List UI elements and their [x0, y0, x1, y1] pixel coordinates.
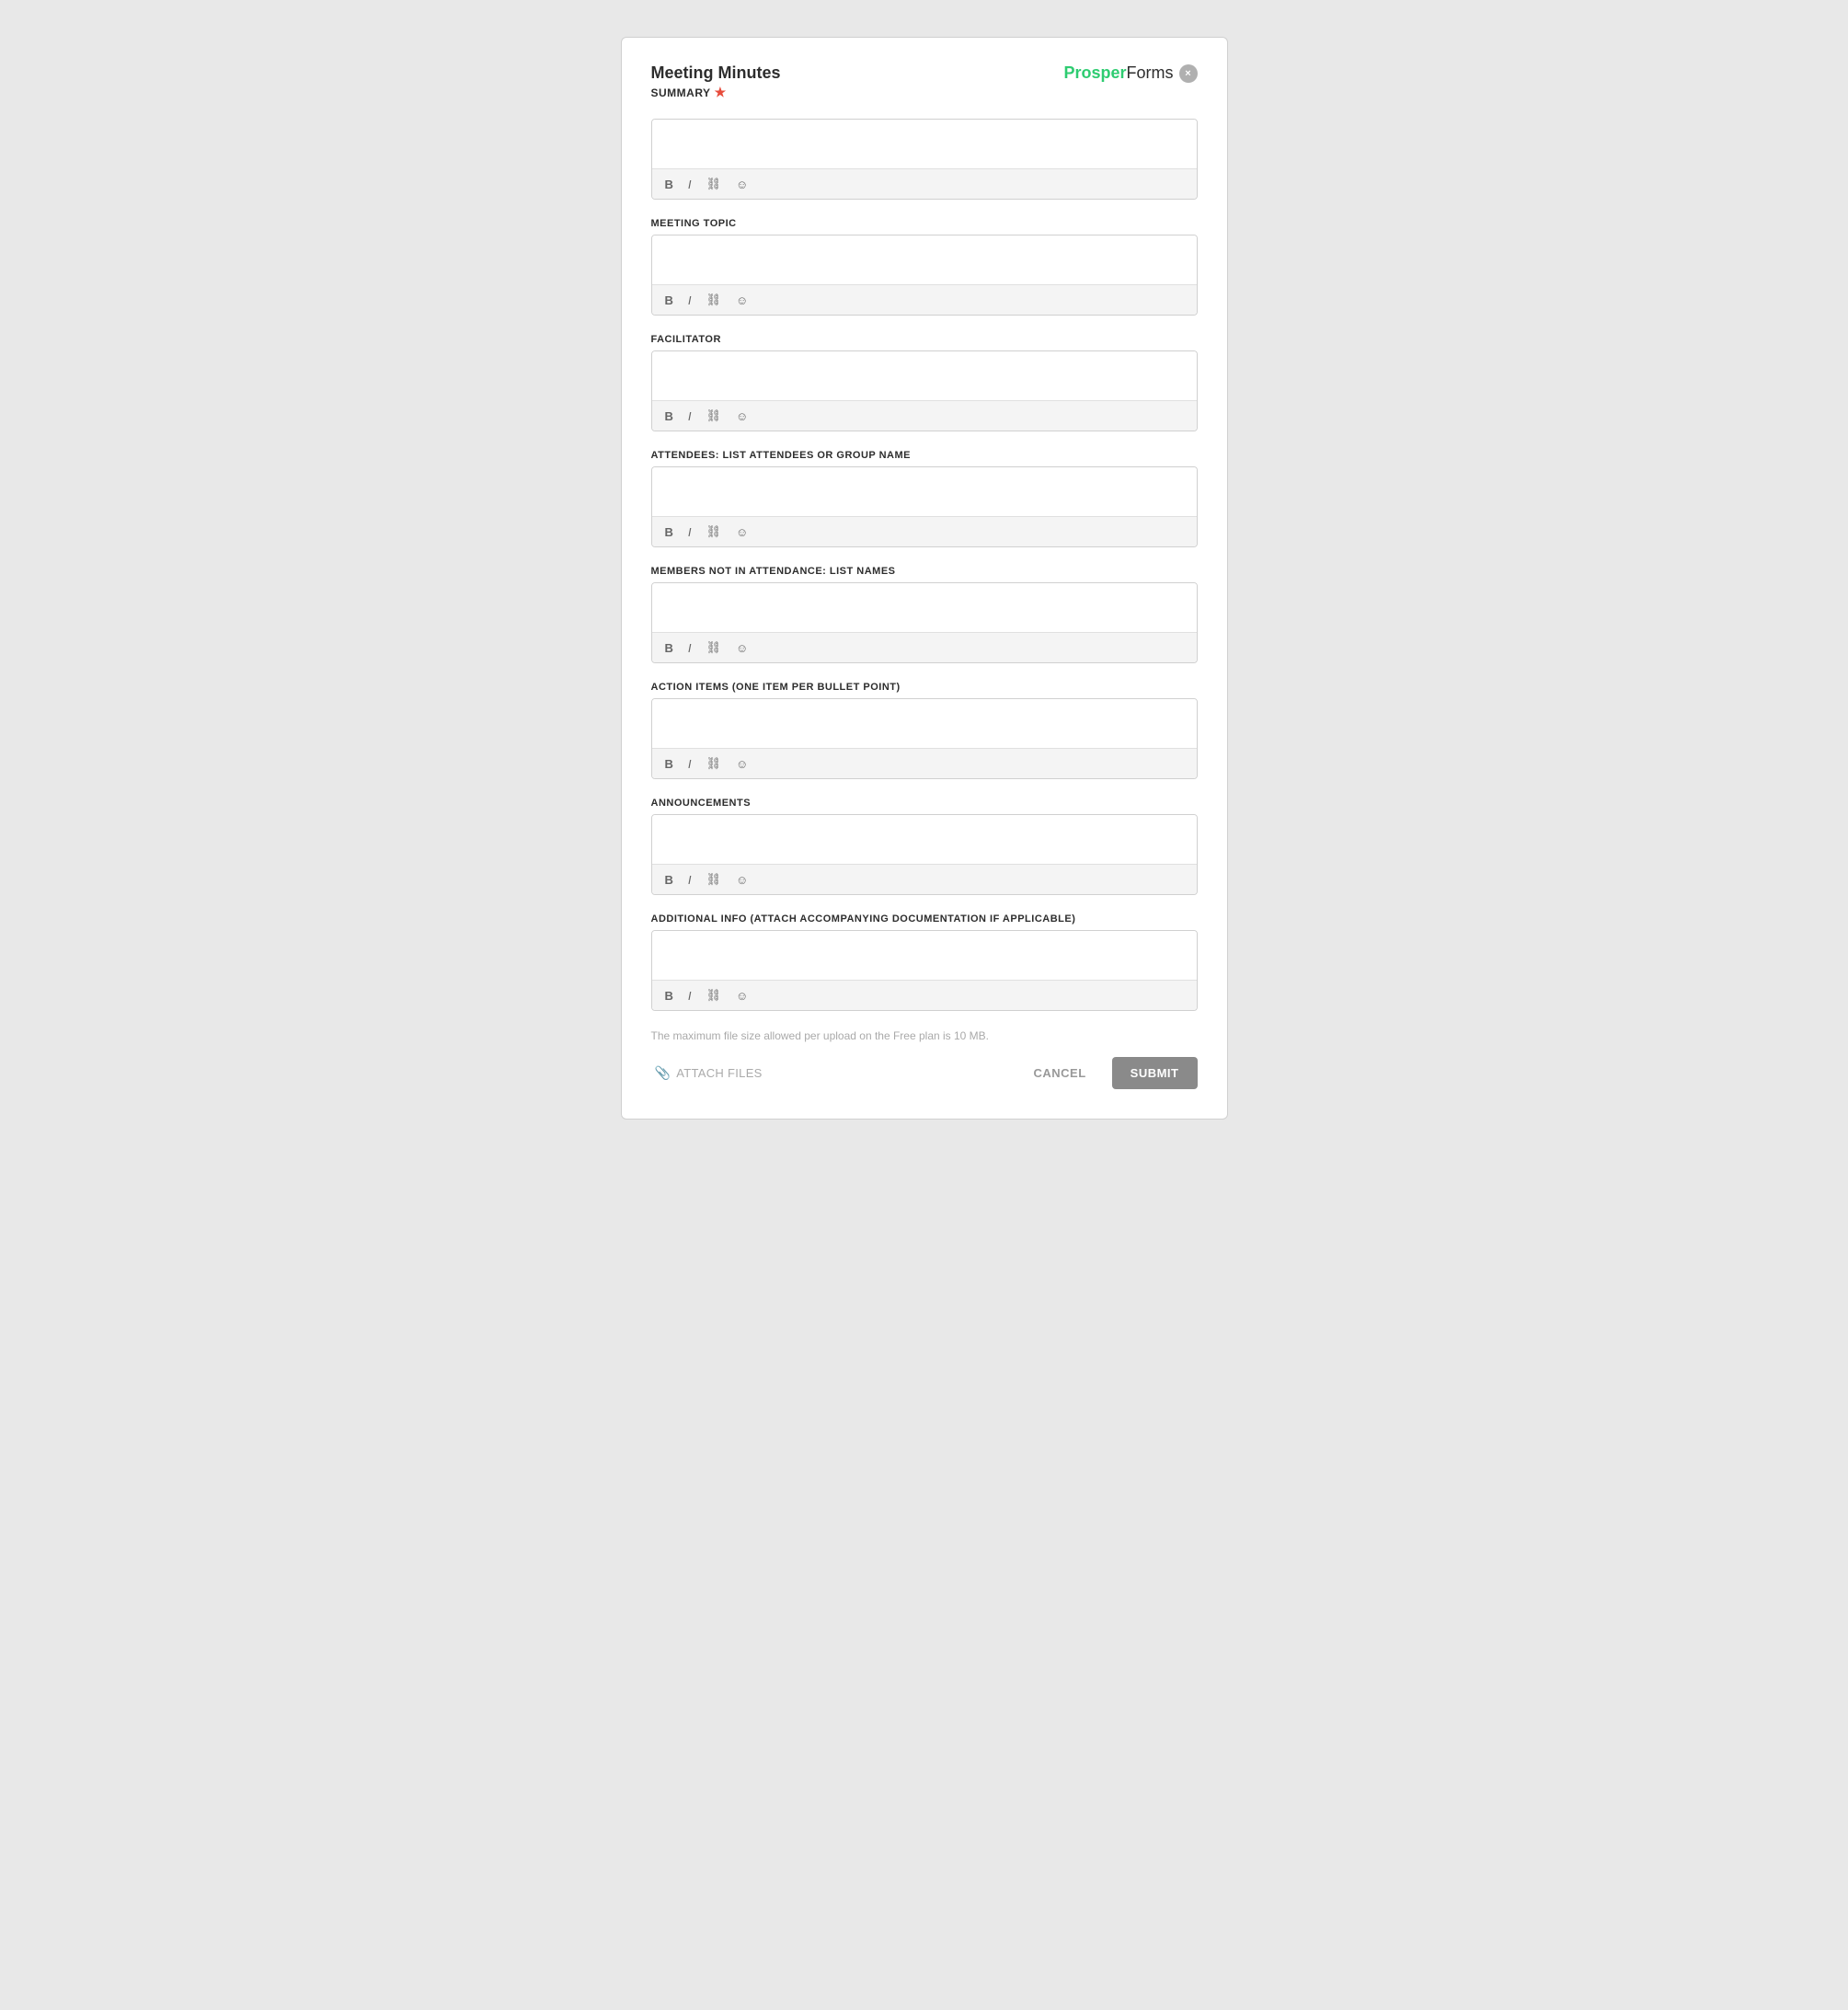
- facilitator-label: FACILITATOR: [651, 334, 1198, 345]
- required-star: ★: [715, 85, 727, 100]
- field-members-not-in-attendance: MEMBERS NOT IN ATTENDANCE: LIST NAMES B …: [651, 566, 1198, 663]
- meeting-topic-bold-button[interactable]: B: [661, 292, 677, 309]
- summary-input[interactable]: [652, 120, 1197, 164]
- meeting-topic-editor: B I ⛓ ☺: [651, 235, 1198, 316]
- attach-files-button[interactable]: 📎 ATTACH FILES: [651, 1058, 766, 1088]
- summary-toolbar: B I ⛓ ☺: [652, 168, 1197, 199]
- members-italic-button[interactable]: I: [684, 639, 695, 657]
- members-bold-button[interactable]: B: [661, 639, 677, 657]
- attendees-link-button[interactable]: ⛓: [703, 523, 726, 541]
- meeting-topic-label: MEETING TOPIC: [651, 218, 1198, 229]
- attendees-bold-button[interactable]: B: [661, 523, 677, 541]
- action-items-toolbar: B I ⛓ ☺: [652, 748, 1197, 778]
- logo-prosper: Prosper: [1063, 63, 1126, 83]
- announcements-input[interactable]: [652, 815, 1197, 859]
- attach-files-label: ATTACH FILES: [676, 1066, 762, 1080]
- summary-bold-button[interactable]: B: [661, 176, 677, 193]
- additional-info-label: ADDITIONAL INFO (ATTACH ACCOMPANYING DOC…: [651, 913, 1198, 925]
- submit-button[interactable]: SUBMIT: [1112, 1057, 1198, 1089]
- form-title: Meeting Minutes SUMMARY ★: [651, 63, 781, 100]
- members-link-button[interactable]: ⛓: [703, 638, 726, 657]
- additional-info-toolbar: B I ⛓ ☺: [652, 980, 1197, 1010]
- logo-wrapper: Prosper Forms ×: [1063, 63, 1197, 83]
- close-button[interactable]: ×: [1179, 64, 1198, 83]
- announcements-emoji-button[interactable]: ☺: [732, 871, 752, 889]
- file-size-note: The maximum file size allowed per upload…: [651, 1029, 1198, 1042]
- form-footer: 📎 ATTACH FILES CANCEL SUBMIT: [651, 1057, 1198, 1089]
- members-not-in-attendance-label: MEMBERS NOT IN ATTENDANCE: LIST NAMES: [651, 566, 1198, 577]
- summary-header-label: SUMMARY ★: [651, 85, 781, 100]
- attendees-toolbar: B I ⛓ ☺: [652, 516, 1197, 546]
- additional-info-italic-button[interactable]: I: [684, 987, 695, 1005]
- action-items-input[interactable]: [652, 699, 1197, 743]
- facilitator-emoji-button[interactable]: ☺: [732, 408, 752, 425]
- action-items-bold-button[interactable]: B: [661, 755, 677, 773]
- attendees-input[interactable]: [652, 467, 1197, 511]
- announcements-bold-button[interactable]: B: [661, 871, 677, 889]
- form-container: Meeting Minutes SUMMARY ★ Prosper Forms …: [621, 37, 1228, 1120]
- action-items-emoji-button[interactable]: ☺: [732, 755, 752, 773]
- prosper-forms-logo: Prosper Forms: [1063, 63, 1173, 83]
- action-items-label: ACTION ITEMS (ONE ITEM PER BULLET POINT): [651, 682, 1198, 693]
- announcements-link-button[interactable]: ⛓: [703, 870, 726, 889]
- action-items-editor: B I ⛓ ☺: [651, 698, 1198, 779]
- cancel-button[interactable]: CANCEL: [1022, 1059, 1096, 1087]
- summary-editor: B I ⛓ ☺: [651, 119, 1198, 200]
- announcements-label: ANNOUNCEMENTS: [651, 798, 1198, 809]
- meeting-topic-link-button[interactable]: ⛓: [703, 291, 726, 309]
- announcements-toolbar: B I ⛓ ☺: [652, 864, 1197, 894]
- field-attendees: ATTENDEES: LIST ATTENDEES OR GROUP NAME …: [651, 450, 1198, 547]
- meeting-topic-emoji-button[interactable]: ☺: [732, 292, 752, 309]
- field-action-items: ACTION ITEMS (ONE ITEM PER BULLET POINT)…: [651, 682, 1198, 779]
- field-summary: B I ⛓ ☺: [651, 119, 1198, 200]
- attendees-label: ATTENDEES: LIST ATTENDEES OR GROUP NAME: [651, 450, 1198, 461]
- members-emoji-button[interactable]: ☺: [732, 639, 752, 657]
- facilitator-italic-button[interactable]: I: [684, 408, 695, 425]
- meeting-minutes-title: Meeting Minutes: [651, 63, 781, 83]
- action-items-italic-button[interactable]: I: [684, 755, 695, 773]
- additional-info-input[interactable]: [652, 931, 1197, 975]
- logo-forms: Forms: [1127, 63, 1174, 83]
- members-not-in-attendance-toolbar: B I ⛓ ☺: [652, 632, 1197, 662]
- meeting-topic-italic-button[interactable]: I: [684, 292, 695, 309]
- attendees-editor: B I ⛓ ☺: [651, 466, 1198, 547]
- additional-info-link-button[interactable]: ⛓: [703, 986, 726, 1005]
- facilitator-toolbar: B I ⛓ ☺: [652, 400, 1197, 431]
- announcements-italic-button[interactable]: I: [684, 871, 695, 889]
- additional-info-emoji-button[interactable]: ☺: [732, 987, 752, 1005]
- footer-right: CANCEL SUBMIT: [1022, 1057, 1197, 1089]
- facilitator-link-button[interactable]: ⛓: [703, 407, 726, 425]
- attendees-italic-button[interactable]: I: [684, 523, 695, 541]
- meeting-topic-input[interactable]: [652, 235, 1197, 280]
- field-facilitator: FACILITATOR B I ⛓ ☺: [651, 334, 1198, 431]
- paperclip-icon: 📎: [655, 1065, 671, 1081]
- facilitator-editor: B I ⛓ ☺: [651, 350, 1198, 431]
- meeting-topic-toolbar: B I ⛓ ☺: [652, 284, 1197, 315]
- summary-link-button[interactable]: ⛓: [703, 175, 726, 193]
- facilitator-bold-button[interactable]: B: [661, 408, 677, 425]
- members-not-in-attendance-input[interactable]: [652, 583, 1197, 627]
- action-items-link-button[interactable]: ⛓: [703, 754, 726, 773]
- additional-info-editor: B I ⛓ ☺: [651, 930, 1198, 1011]
- additional-info-bold-button[interactable]: B: [661, 987, 677, 1005]
- field-additional-info: ADDITIONAL INFO (ATTACH ACCOMPANYING DOC…: [651, 913, 1198, 1011]
- summary-italic-button[interactable]: I: [684, 176, 695, 193]
- announcements-editor: B I ⛓ ☺: [651, 814, 1198, 895]
- facilitator-input[interactable]: [652, 351, 1197, 396]
- attendees-emoji-button[interactable]: ☺: [732, 523, 752, 541]
- form-header: Meeting Minutes SUMMARY ★ Prosper Forms …: [651, 63, 1198, 100]
- members-not-in-attendance-editor: B I ⛓ ☺: [651, 582, 1198, 663]
- field-announcements: ANNOUNCEMENTS B I ⛓ ☺: [651, 798, 1198, 895]
- field-meeting-topic: MEETING TOPIC B I ⛓ ☺: [651, 218, 1198, 316]
- summary-emoji-button[interactable]: ☺: [732, 176, 752, 193]
